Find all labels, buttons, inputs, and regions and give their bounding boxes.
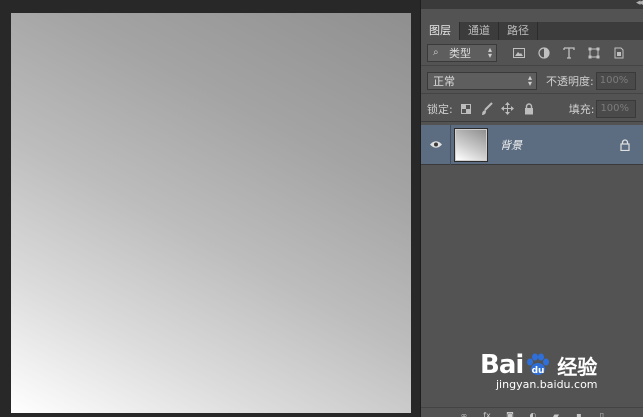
tab-layers[interactable]: 图层 [421,22,460,40]
blend-mode-value: 正常 [433,74,455,88]
panel-top-bar: ◂◂ [421,0,643,9]
lock-fill-row: 锁定: 填充: 100% [421,96,643,122]
layer-row[interactable]: 背景 [421,124,643,165]
tab-paths[interactable]: 路径 [499,22,538,40]
layer-thumbnail[interactable] [454,127,488,162]
panel-tabs: 图层 通道 路径 [421,22,643,40]
baidu-paw-icon: du [527,353,550,376]
shape-filter-icon[interactable] [586,45,602,61]
smart-object-filter-icon[interactable] [611,45,627,61]
watermark-logo-text: Bai [480,350,524,380]
opacity-input[interactable]: 100% [595,71,636,90]
delete-layer-trash-icon[interactable]: ▯ [597,410,607,417]
lock-all-icon[interactable] [522,102,536,116]
updown-arrow-icon: ▴ ▾ [527,72,532,88]
lock-label: 锁定: [427,102,453,116]
layer-filter-row: ⌕ 类型 ▴ ▾ [421,40,643,66]
layer-thumbnail-image [456,129,486,160]
watermark-jingyan-text: 经验 [557,354,598,379]
layer-style-fx-icon[interactable]: fx [482,410,492,417]
new-layer-icon[interactable]: ▪ [574,410,584,417]
blend-opacity-row: 正常 ▴ ▾ 不透明度: 100% [421,68,643,94]
filter-icons [511,45,627,61]
updown-arrow-icon: ▴ ▾ [487,44,492,60]
watermark-url: jingyan.baidu.com [496,378,598,391]
new-group-folder-icon[interactable]: ▰ [551,410,561,417]
lock-image-pixels-icon[interactable] [480,101,494,116]
watermark-logo-row: Bai du 经验 [480,350,640,380]
fill-input[interactable]: 100% [596,99,637,118]
layer-visibility-eye-icon[interactable] [421,124,451,165]
lock-position-icon[interactable] [501,102,515,116]
type-filter-icon[interactable] [561,45,577,61]
svg-text:du: du [532,366,545,376]
opacity-label: 不透明度: [546,74,594,88]
filter-kind-select[interactable]: ⌕ 类型 ▴ ▾ [427,43,497,62]
canvas-workspace [0,0,420,417]
filter-kind-label: 类型 [449,46,471,60]
blend-mode-select[interactable]: 正常 ▴ ▾ [427,71,537,90]
baidu-jingyan-watermark: Bai du 经验 jingyan.baidu.com [480,350,640,410]
layer-name[interactable]: 背景 [500,137,618,153]
collapse-panel-icon[interactable]: ◂◂ [636,0,643,8]
add-mask-icon[interactable]: ◙ [505,410,515,417]
tab-channels[interactable]: 通道 [460,22,499,40]
adjustment-filter-icon[interactable] [536,45,552,61]
search-icon: ⌕ [433,47,439,58]
lock-transparent-pixels-icon[interactable] [459,102,473,116]
document-canvas[interactable] [11,13,411,413]
layer-lock-icon[interactable] [618,138,632,152]
lock-icons [459,101,536,116]
fill-label: 填充: [568,102,595,116]
bottom-icons: ∞ fx ◙ ◐ ▰ ▪ ▯ [459,410,607,417]
adjustment-layer-icon[interactable]: ◐ [528,410,538,417]
link-layers-icon[interactable]: ∞ [459,410,469,417]
image-filter-icon[interactable] [511,45,527,61]
